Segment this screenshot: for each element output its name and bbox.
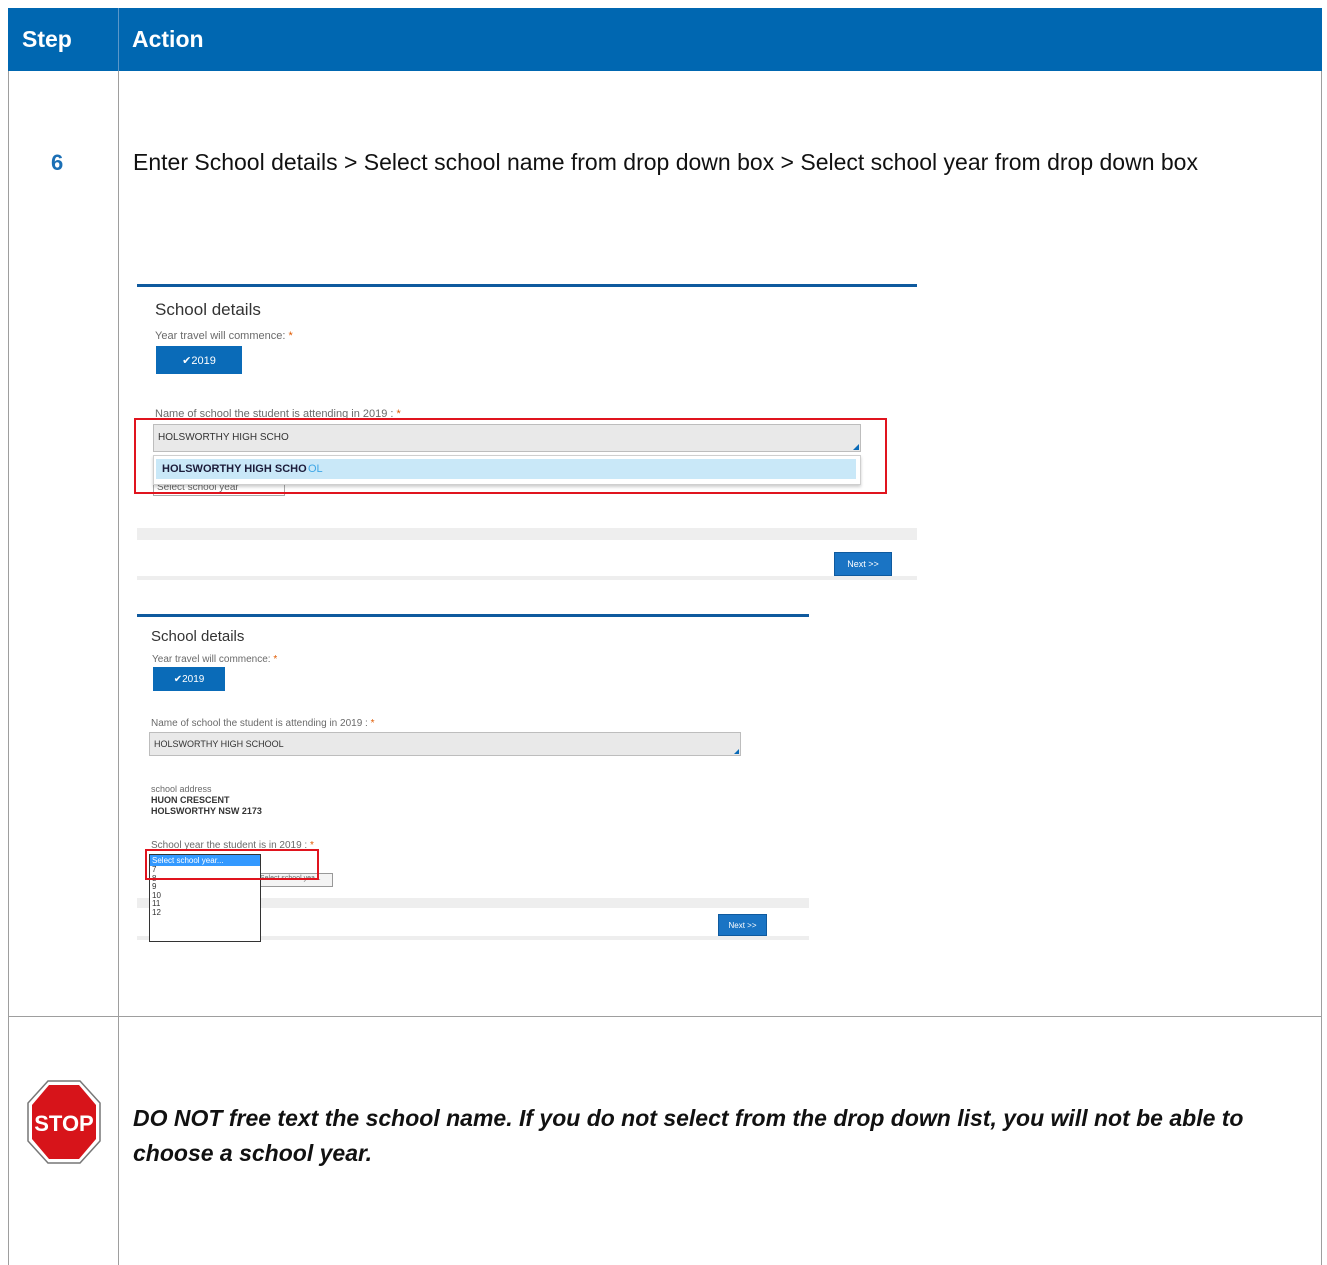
screenshot-top-bar — [137, 284, 917, 287]
year-label-2: Year travel will commence: * — [152, 654, 278, 665]
select-option-10[interactable]: 10 — [150, 891, 260, 901]
table-header: Step Action — [8, 8, 1322, 71]
left-border — [8, 71, 9, 1265]
select-option-12[interactable]: 12 — [150, 908, 260, 918]
school-address-label: school address — [151, 784, 212, 794]
column-divider — [118, 71, 119, 1265]
school-address-line2: HOLSWORTHY NSW 2173 — [151, 806, 262, 816]
header-action: Action — [132, 26, 204, 52]
next-button[interactable]: Next >> — [834, 552, 892, 576]
section-title: School details — [155, 300, 261, 319]
resize-handle-icon-2 — [734, 749, 739, 754]
school-address-line1: HUON CRESCENT — [151, 795, 230, 805]
right-border — [1321, 71, 1322, 1265]
highlight-school-name — [134, 418, 887, 494]
step-instruction: Enter School details > Select school nam… — [133, 149, 1198, 175]
step-number: 6 — [51, 150, 64, 175]
school-name-input-2[interactable]: HOLSWORTHY HIGH SCHOOL — [149, 732, 741, 756]
year-label: Year travel will commence: * — [155, 330, 293, 342]
screenshot-school-year: School details Year travel will commence… — [137, 614, 809, 944]
select-option-9[interactable]: 9 — [150, 882, 260, 892]
select-option-11[interactable]: 11 — [150, 899, 260, 909]
row-divider — [8, 1016, 1322, 1017]
form-footer-bar — [137, 528, 917, 540]
school-name-label-2: Name of school the student is attending … — [151, 718, 375, 729]
year-2019-button[interactable]: ✔2019 — [156, 346, 242, 374]
screenshot-top-bar-2 — [137, 614, 809, 617]
stop-sign-text: STOP — [34, 1111, 94, 1136]
form-bottom-bar — [137, 576, 917, 580]
section-title-2: School details — [151, 628, 245, 645]
stop-sign-icon: STOP — [27, 1080, 101, 1164]
header-step: Step — [22, 26, 72, 52]
header-divider — [118, 8, 119, 71]
school-name-value-2: HOLSWORTHY HIGH SCHOOL — [154, 739, 284, 749]
highlight-school-year — [145, 849, 319, 880]
warning-text: DO NOT free text the school name. If you… — [133, 1105, 1244, 1166]
year-2019-button-2[interactable]: ✔2019 — [153, 667, 225, 691]
next-button-2[interactable]: Next >> — [718, 914, 767, 936]
